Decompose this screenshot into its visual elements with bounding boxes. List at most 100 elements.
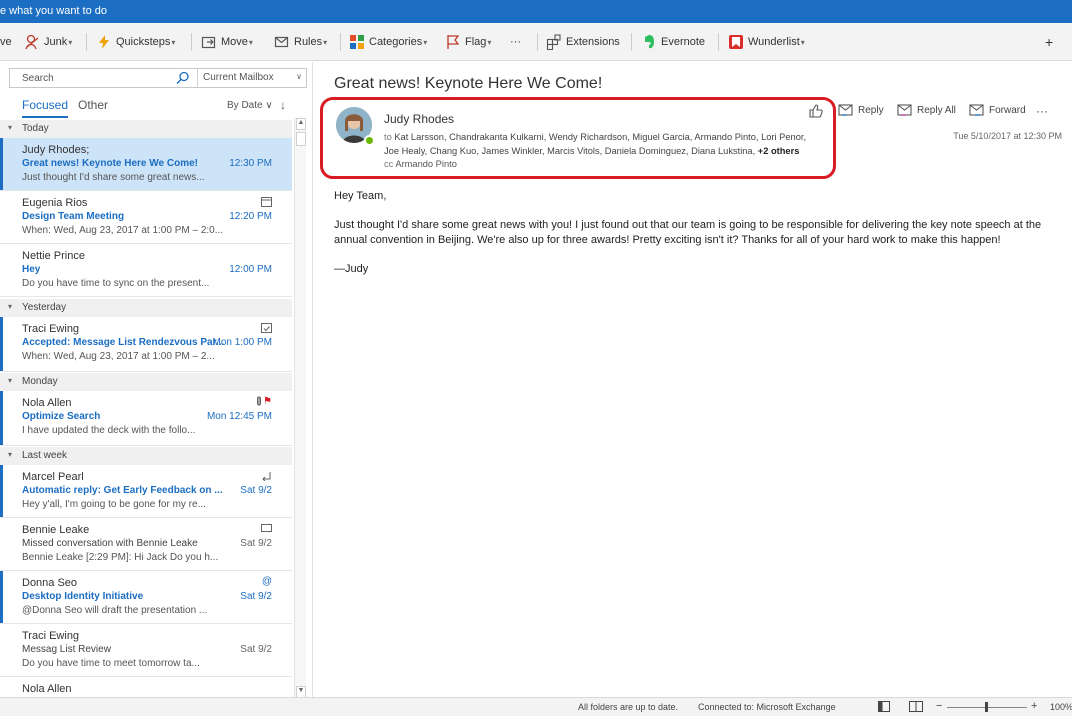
zoom-out-button[interactable]: − [936,700,942,712]
chevron-down-icon: ▾ [487,37,492,47]
chevron-down-icon: ∨ [296,72,302,81]
search-icon[interactable] [176,71,190,85]
group-header-today[interactable]: ▾ Today [0,120,292,138]
flag-button[interactable]: Flag ▾ [445,31,491,53]
presence-icon [364,135,375,146]
scroll-thumb[interactable] [296,132,306,146]
chevron-down-icon: ▾ [8,450,13,459]
message-subject: Hey [22,264,41,275]
cc-recipient[interactable]: Armando Pinto [395,159,457,169]
chevron-down-icon: ▾ [68,37,73,47]
tab-other[interactable]: Other [78,98,108,112]
message-subject: Missed conversation with Bennie Leake [22,538,198,549]
list-item[interactable]: Traci Ewing Messag List Review Sat 9/2 D… [0,624,292,677]
search-scope-select[interactable]: Current Mailbox ∨ [197,69,307,87]
message-time: Mon 12:45 PM [206,411,272,422]
group-header-last-week[interactable]: ▾ Last week [0,447,292,465]
wunderlist-label: Wunderlist [748,36,800,48]
message-preview: Do you have time to sync on the present.… [22,278,210,289]
zoom-in-button[interactable]: + [1031,700,1037,712]
rules-button[interactable]: Rules ▾ [274,31,327,53]
list-item[interactable]: Nola Allen ⚑ Optimize Search Mon 12:45 P… [0,391,292,446]
message-time: Sat 9/2 [240,485,272,496]
chevron-down-icon: ▾ [323,37,328,47]
group-header-yesterday[interactable]: ▾ Yesterday [0,299,292,317]
zoom-level[interactable]: 100% [1050,702,1072,712]
recipients-line-2[interactable]: Joe Healy, Chang Kuo, James Winkler, Mar… [384,146,755,156]
more-commands-button[interactable]: ··· [510,31,521,53]
like-button[interactable] [808,104,828,118]
reply-button[interactable]: Reply [838,104,884,116]
extensions-label: Extensions [566,36,620,48]
zoom-slider-thumb[interactable] [985,702,988,712]
categories-button[interactable]: Categories ▾ [349,31,427,53]
recipients-line-1[interactable]: Kat Larsson, Chandrakanta Kulkarni, Wend… [394,132,806,142]
attachment-icon [256,396,262,410]
message-subject: Design Team Meeting [22,211,125,222]
reading-view-icon[interactable] [909,701,923,714]
search-box[interactable]: Search Current Mailbox ∨ [9,68,307,88]
chevron-down-icon: ▾ [800,37,805,47]
extensions-button[interactable]: Extensions [546,31,620,53]
sort-by-date-button[interactable]: By Date ∨ [227,100,273,111]
message-preview: When: Wed, Aug 23, 2017 at 1:00 PM – 2:0… [22,225,224,236]
normal-view-icon[interactable] [878,701,890,714]
unread-bar [0,391,3,445]
forward-button[interactable]: Forward [969,104,1026,116]
received-date: Tue 5/10/2017 at 12:30 PM [953,131,1062,141]
list-item[interactable]: Nola Allen [0,677,292,698]
message-sender: Judy Rhodes; [22,144,90,156]
evernote-button[interactable]: Evernote [641,31,705,53]
junk-button[interactable]: Junk ▾ [24,31,72,53]
archive-button[interactable]: ve [0,31,12,53]
search-scope-label: Current Mailbox [203,72,274,83]
thumbs-up-icon [808,104,824,118]
tab-focused[interactable]: Focused [22,98,69,118]
wunderlist-button[interactable]: Wunderlist ▾ [728,31,805,53]
tell-me-bar[interactable]: e what you want to do [0,0,1072,23]
tell-me-text[interactable]: e what you want to do [0,5,107,17]
move-icon [201,34,217,50]
message-list-scrollbar[interactable]: ▲ ▼ [294,118,306,698]
message-time: Sat 9/2 [240,644,272,655]
cc-label: cc [384,159,394,169]
connection-status: Connected to: Microsoft Exchange [698,702,836,712]
more-recipients-link[interactable]: +2 others [758,146,800,156]
add-button[interactable]: + [1045,31,1053,53]
sender-name[interactable]: Judy Rhodes [384,112,454,126]
flag-icon[interactable]: ⚑ [263,396,272,407]
calendar-icon [261,196,272,210]
list-item[interactable]: Traci Ewing Accepted: Message List Rende… [0,317,292,372]
junk-icon [24,34,40,50]
move-button[interactable]: Move ▾ [201,31,253,53]
chevron-down-icon: ▾ [8,302,13,311]
sort-direction-icon[interactable]: ↓ [280,98,286,112]
chevron-down-icon: ▾ [248,37,253,47]
scroll-up-icon[interactable]: ▲ [296,118,306,130]
message-time: Sat 9/2 [240,591,272,602]
message-time: 12:00 PM [229,264,272,275]
chevron-down-icon: ▾ [8,123,13,132]
list-item[interactable]: Nettie Prince Hey 12:00 PM Do you have t… [0,244,292,297]
chevron-down-icon: ▾ [423,37,428,47]
sync-status: All folders are up to date. [578,702,679,712]
list-item[interactable]: Judy Rhodes; Great news! Keynote Here We… [0,138,292,191]
list-item[interactable]: Marcel Pearl Automatic reply: Get Early … [0,465,292,518]
search-input[interactable]: Search [22,73,54,84]
reply-icon [261,470,272,484]
message-time: Mon 1:00 PM [212,337,272,348]
list-item[interactable]: Donna Seo @ Desktop Identity Initiative … [0,571,292,624]
message-subject: Great news! Keynote Here We Come! [22,158,198,169]
message-title: Great news! Keynote Here We Come! [334,75,603,92]
reply-all-button[interactable]: Reply All [897,104,956,116]
rules-icon [274,34,290,50]
quicksteps-button[interactable]: Quicksteps ▾ [96,31,175,53]
more-actions-button[interactable]: ··· [1036,104,1048,118]
more-icon: ··· [510,36,521,48]
list-item[interactable]: Eugenia Rios Design Team Meeting 12:20 P… [0,191,292,244]
unread-bar [0,571,3,623]
divider [537,33,538,51]
list-item[interactable]: Bennie Leake Missed conversation with Be… [0,518,292,571]
body-greeting: Hey Team, [334,190,387,202]
group-header-monday[interactable]: ▾ Monday [0,373,292,391]
